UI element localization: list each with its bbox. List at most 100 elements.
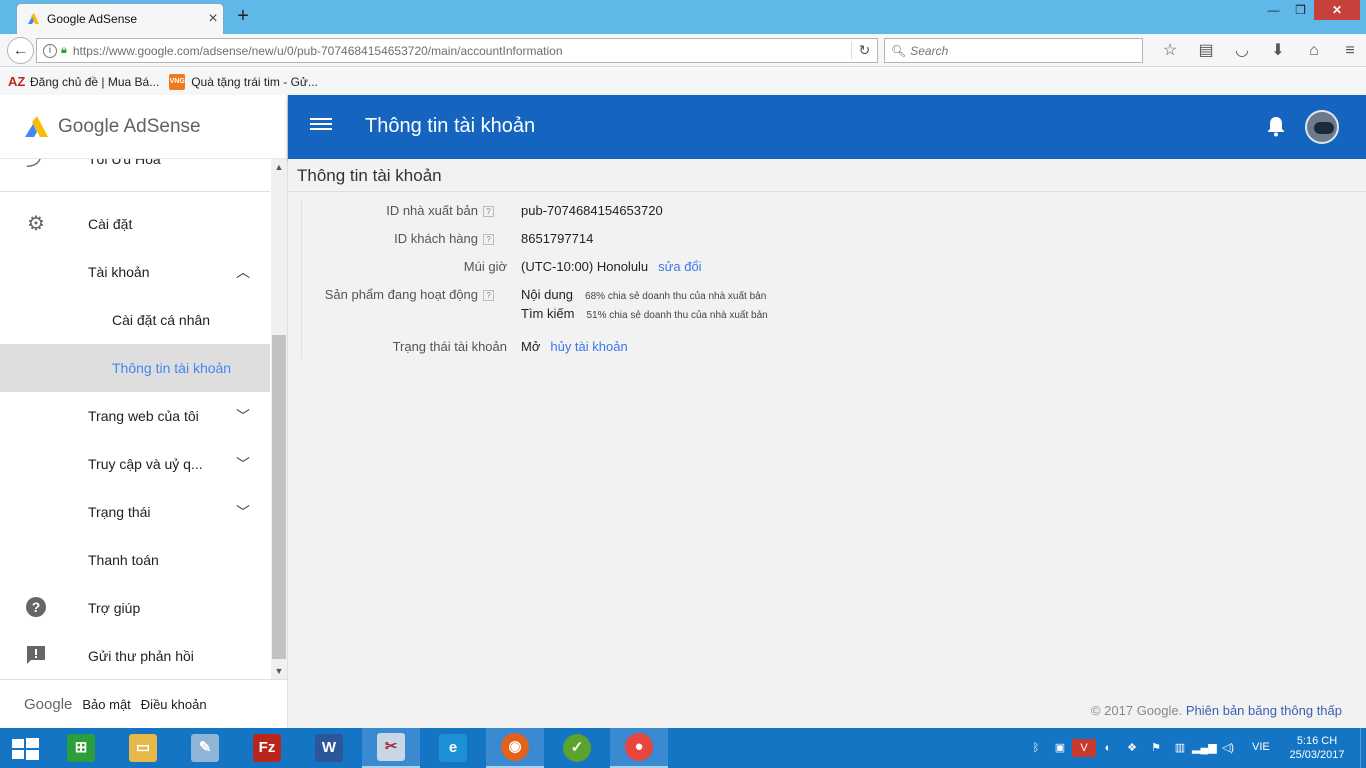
tab-title: Google AdSense	[47, 12, 138, 26]
field-label: Múi giờ	[463, 259, 507, 274]
section-heading: Thông tin tài khoản	[297, 166, 442, 185]
sidebar-item-help[interactable]: ? Trợ giúp	[0, 584, 270, 632]
bookmark-label: Quà tặng trái tim - Gử...	[191, 74, 318, 89]
browser-navbar: ← i 🔒︎ https://www.google.com/adsense/ne…	[0, 34, 1366, 67]
sidebar-item-account[interactable]: Tài khoản ︿	[0, 248, 270, 296]
hamburger-menu-icon[interactable]: ≡	[1332, 40, 1366, 62]
window-close-icon[interactable]: ✕	[1314, 0, 1360, 20]
download-icon[interactable]: ⬇	[1260, 40, 1296, 62]
network-icon[interactable]: ▥	[1168, 739, 1192, 757]
new-tab-icon[interactable]: +	[232, 5, 254, 28]
divider	[301, 199, 302, 359]
internet-explorer-icon[interactable]: e	[424, 728, 482, 768]
sidebar-item-account-info[interactable]: Thông tin tài khoản	[0, 344, 270, 392]
vivaldi-icon[interactable]: V	[1072, 739, 1096, 757]
notepad-app-icon[interactable]: ✎	[176, 728, 234, 768]
firefox-icon[interactable]: ◉	[486, 728, 544, 768]
chrome-icon[interactable]: ●	[610, 728, 668, 768]
sidebar-item-payments[interactable]: Thanh toán	[0, 536, 270, 584]
sidebar-item-access[interactable]: Truy cập và uỷ q... ﹀	[0, 440, 270, 488]
adsense-logo[interactable]: Google AdSense	[0, 95, 288, 159]
terms-link[interactable]: Điều khoản	[141, 697, 207, 712]
windows-start-icon[interactable]	[10, 737, 40, 761]
display-icon[interactable]: ▣	[1048, 739, 1072, 757]
bookmark-label: Đăng chủ đề | Mua Bá...	[30, 74, 160, 89]
bookmark-item[interactable]: VNG Quà tặng trái tim - Gử...	[169, 73, 318, 90]
file-explorer-icon[interactable]: ▭	[114, 728, 172, 768]
page-title: Thông tin tài khoản	[365, 115, 536, 137]
reading-list-icon[interactable]: ▤	[1188, 40, 1224, 62]
clock-time: 5:16 CH	[1296, 735, 1338, 747]
coccoc-browser-icon[interactable]: ✓	[548, 728, 606, 768]
edit-timezone-link[interactable]: sửa đổi	[658, 259, 701, 274]
product-search: Tìm kiếm 51% chia sẻ doanh thu của nhà xu…	[521, 306, 768, 321]
privacy-link[interactable]: Bảo mật	[82, 697, 130, 712]
sidebar-item-personal-settings[interactable]: Cài đặt cá nhân	[0, 296, 270, 344]
url-bar[interactable]: i 🔒︎ https://www.google.com/adsense/new/…	[36, 38, 878, 63]
sidebar-item-my-sites[interactable]: Trang web của tôi ﹀	[0, 392, 270, 440]
sidebar-scrollbar[interactable]: ▲ ▼	[271, 159, 287, 679]
sidebar-item-settings[interactable]: ⚙ Cài đặt	[0, 200, 270, 248]
windows-taskbar: ⊞ ▭ ✎ Fz W ✂ e ◉ ✓ ● ᛒ ▣ V ◐ ❖ ⚑ ▥ ▂▄▆ ◁…	[0, 728, 1366, 768]
avatar[interactable]	[1305, 110, 1339, 144]
sidebar-item-label: Tài khoản	[88, 264, 150, 280]
minimize-icon[interactable]: —	[1260, 0, 1287, 20]
help-question-icon[interactable]: ?	[483, 206, 494, 217]
sidebar-item-status[interactable]: Trạng thái ﹀	[0, 488, 270, 536]
customer-id-value: 8651797714	[521, 231, 594, 246]
torrent-icon[interactable]: ❖	[1120, 739, 1144, 757]
search-bar[interactable]: 🔍︎	[884, 38, 1143, 63]
sidebar-item-label: Truy cập và uỷ q...	[88, 456, 203, 472]
chevron-up-icon: ︿	[236, 264, 250, 280]
pocket-icon[interactable]: ◡	[1224, 40, 1260, 62]
word-icon[interactable]: W	[300, 728, 358, 768]
adsense-favicon	[28, 13, 39, 24]
clock-date: 25/03/2017	[1289, 749, 1345, 761]
browser-tab[interactable]: Google AdSense ×	[16, 3, 224, 34]
bookmark-item[interactable]: AZ Đăng chủ đề | Mua Bá...	[8, 74, 159, 90]
cancel-account-link[interactable]: hủy tài khoản	[550, 339, 627, 354]
show-desktop-button[interactable]	[1360, 728, 1366, 768]
bluetooth-icon[interactable]: ᛒ	[1024, 739, 1048, 757]
sidebar-item-label: Trang web của tôi	[88, 408, 199, 424]
publisher-id-value: pub-7074684154653720	[521, 203, 663, 218]
bell-icon[interactable]	[1266, 115, 1286, 137]
app-bar: Thông tin tài khoản	[288, 95, 1366, 159]
signal-icon[interactable]: ▂▄▆	[1192, 739, 1217, 757]
security-icon[interactable]: ⚑	[1144, 739, 1168, 757]
status-value: Mở hủy tài khoản	[521, 339, 628, 354]
main-content: Thông tin tài khoản ID nhà xuất bản? pub…	[288, 159, 1366, 728]
filezilla-icon[interactable]: Fz	[238, 728, 296, 768]
sidebar-item-feedback[interactable]: Gửi thư phản hồi	[0, 632, 270, 679]
language-indicator[interactable]: VIE	[1252, 741, 1270, 753]
bookmark-star-icon[interactable]: ☆	[1152, 40, 1188, 62]
scroll-up-icon[interactable]: ▲	[271, 159, 287, 175]
home-icon[interactable]: ⌂	[1296, 40, 1332, 62]
chevron-down-icon: ﹀	[236, 408, 250, 424]
app-tray-icon[interactable]: ◐	[1096, 739, 1120, 757]
browser-titlebar: Google AdSense × + — ❐ ✕	[0, 0, 1366, 34]
volume-icon[interactable]: ◁)	[1216, 739, 1240, 757]
low-bandwidth-link[interactable]: Phiên bản băng thông thấp	[1186, 703, 1342, 718]
search-input[interactable]	[910, 43, 1131, 58]
scroll-down-icon[interactable]: ▼	[271, 663, 287, 679]
snipping-tool-icon[interactable]: ✂	[362, 728, 420, 768]
tab-close-icon[interactable]: ×	[203, 10, 223, 28]
sidebar-item-label: Cài đặt cá nhân	[112, 312, 211, 328]
sidebar-item-label: Thông tin tài khoản	[112, 360, 232, 376]
system-clock[interactable]: 5:16 CH 25/03/2017	[1284, 734, 1350, 762]
store-app-icon[interactable]: ⊞	[52, 728, 110, 768]
hamburger-icon[interactable]	[310, 115, 332, 137]
url-text[interactable]: https://www.google.com/adsense/new/u/0/p…	[73, 44, 851, 58]
sidebar-nav: ⤴ Tối Ưu Hóa ⚙ Cài đặt Tài khoản ︿ Cài đ…	[0, 159, 270, 679]
help-question-icon[interactable]: ?	[483, 290, 494, 301]
adsense-logo-icon	[25, 115, 48, 137]
sidebar-item-optimize[interactable]: ⤴ Tối Ưu Hóa	[0, 159, 270, 183]
info-icon[interactable]: i	[43, 43, 57, 58]
scrollbar-thumb[interactable]	[272, 335, 286, 659]
reload-icon[interactable]: ↻	[851, 42, 877, 59]
gear-icon: ⚙	[27, 213, 45, 235]
restore-icon[interactable]: ❐	[1287, 0, 1314, 20]
help-question-icon[interactable]: ?	[483, 234, 494, 245]
back-arrow-icon[interactable]: ←	[7, 37, 34, 64]
